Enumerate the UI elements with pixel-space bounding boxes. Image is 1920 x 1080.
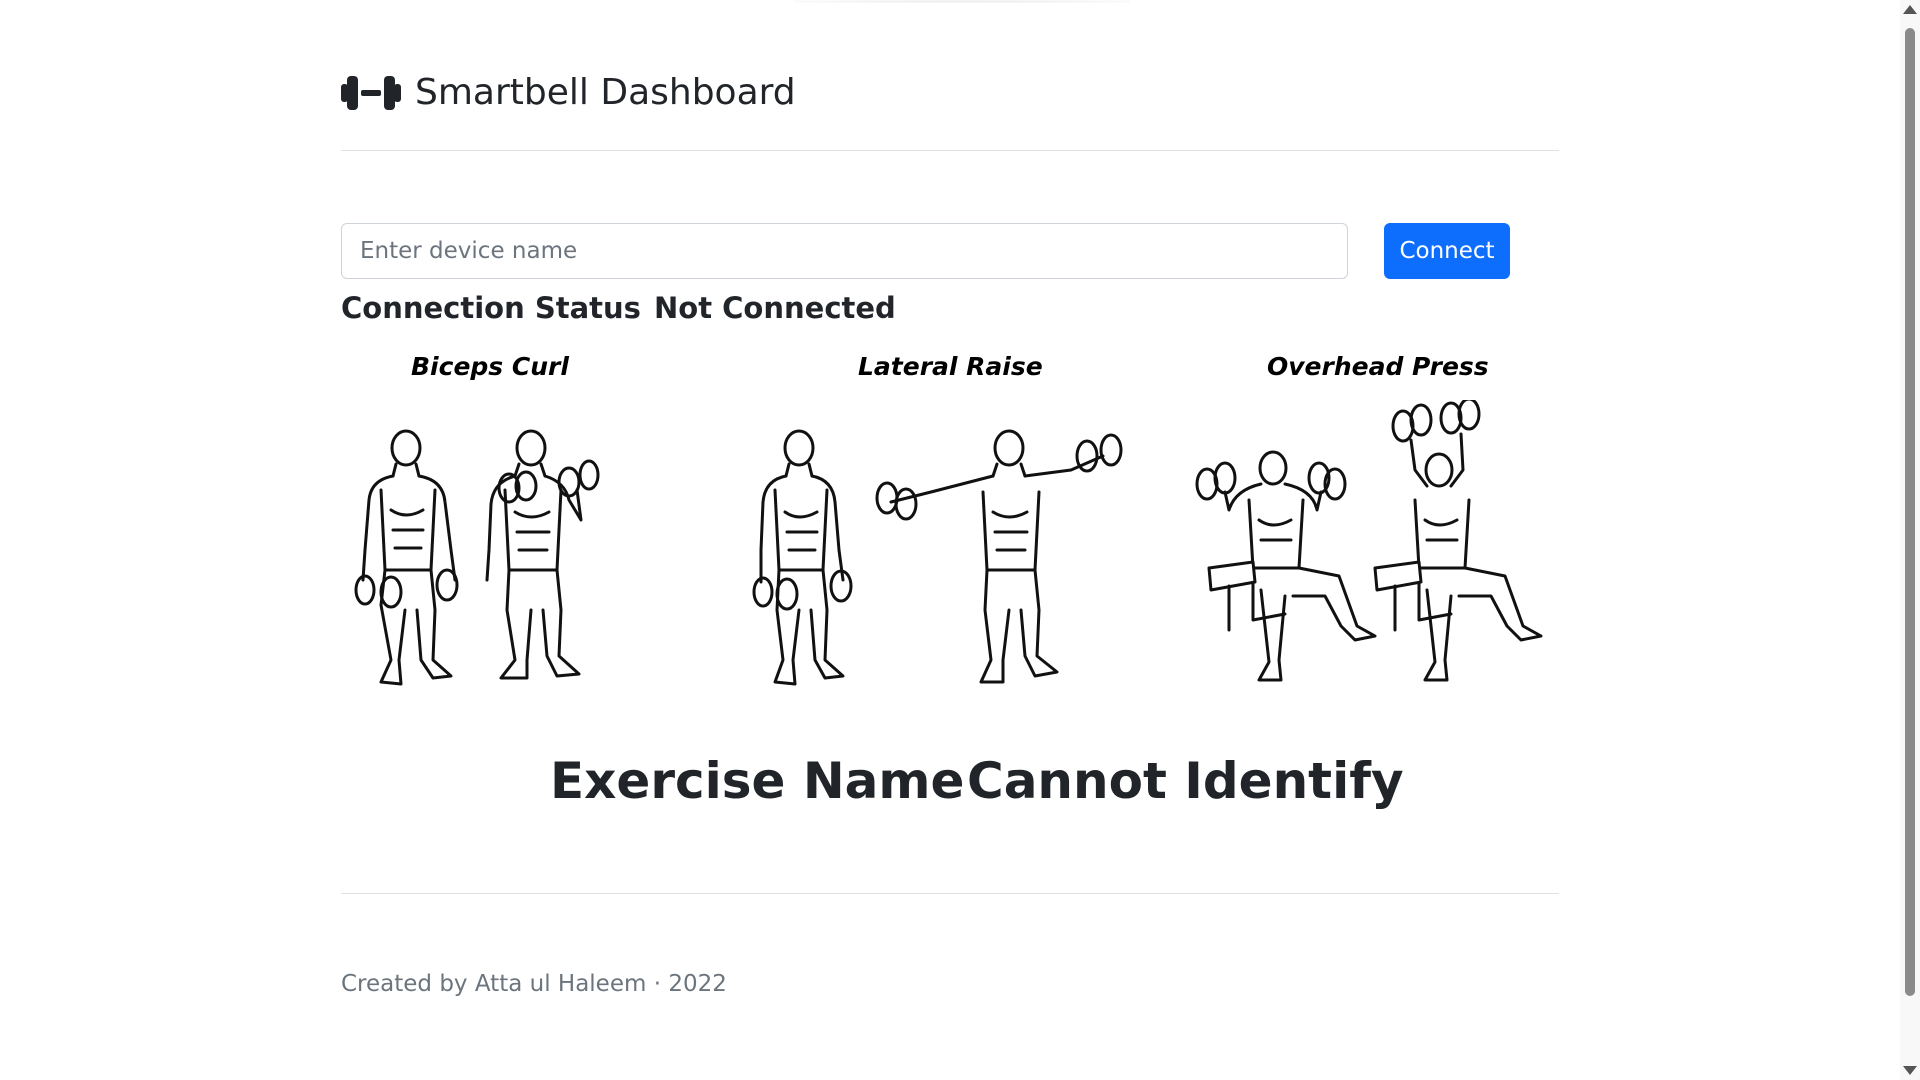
exercise-title: Biceps Curl (411, 352, 569, 381)
page: Smartbell Dashboard Connect Connection S… (0, 0, 1920, 1080)
page-header: Smartbell Dashboard (341, 72, 796, 113)
footer-divider (341, 893, 1559, 894)
connection-status-label: Connection Status (341, 291, 641, 325)
exercise-title: Overhead Press (1267, 352, 1489, 381)
scroll-up-icon[interactable] (1903, 5, 1917, 14)
scrollbar-thumb[interactable] (1905, 28, 1915, 996)
app-title: Smartbell Dashboard (415, 72, 796, 113)
vertical-scrollbar[interactable] (1900, 0, 1920, 1080)
header-divider (341, 150, 1559, 151)
exercise-title: Lateral Raise (858, 352, 1043, 381)
dumbbell-icon (341, 75, 401, 110)
overhead-press-illustration (1195, 400, 1543, 682)
lateral-raise-illustration (752, 429, 1123, 686)
footer-text: Created by Atta ul Haleem · 2022 (341, 971, 727, 997)
connection-status-value: Not Connected (654, 291, 896, 325)
top-shadow (795, 0, 1130, 3)
connect-button[interactable]: Connect (1384, 223, 1510, 279)
exercise-name-label: Exercise Name (550, 752, 965, 810)
biceps-curl-illustration (354, 429, 600, 686)
device-name-input[interactable] (341, 223, 1348, 279)
exercise-name-value: Cannot Identify (967, 752, 1404, 810)
scroll-down-icon[interactable] (1903, 1066, 1917, 1075)
